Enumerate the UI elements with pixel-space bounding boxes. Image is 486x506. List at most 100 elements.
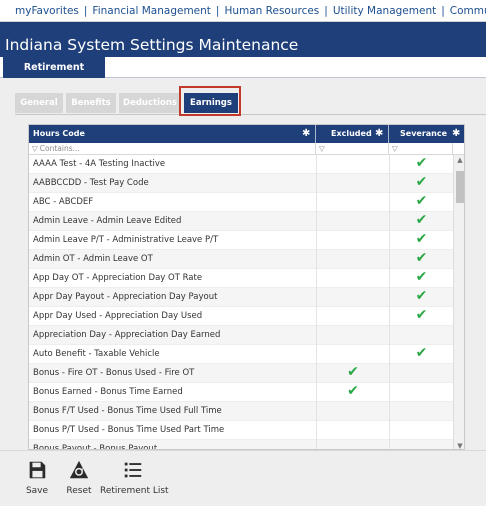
severance-cell[interactable]: ✔ — [389, 307, 453, 326]
severance-cell[interactable] — [389, 326, 453, 345]
column-header-severance[interactable]: Severance ✱ — [389, 125, 464, 143]
nav-link-human-resources[interactable]: Human Resources — [224, 5, 319, 17]
retirement-list-button[interactable]: Retirement List — [100, 459, 169, 496]
grid-rows: AAAA Test - 4A Testing Inactive ✔ AABBCCDD… — [29, 155, 453, 450]
hours-code-cell: Bonus F/T Used - Bonus Time Used Full Ti… — [33, 406, 222, 416]
table-row[interactable]: Admin Leave - Admin Leave Edited ✔ — [29, 212, 453, 231]
hours-code-cell: Admin OT - Admin Leave OT — [33, 254, 153, 264]
tab-deductions[interactable]: Deductions — [119, 93, 181, 113]
column-header-label: Excluded — [331, 129, 372, 138]
excluded-cell[interactable]: ✔ — [316, 383, 389, 402]
severance-cell[interactable]: ✔ — [389, 231, 453, 250]
table-row[interactable]: AABBCCDD - Test Pay Code ✔ — [29, 174, 453, 193]
excluded-cell[interactable] — [316, 402, 389, 421]
filter-icon: ▽ — [32, 144, 38, 153]
check-icon: ✔ — [415, 288, 428, 304]
gear-icon[interactable]: ✱ — [452, 129, 462, 139]
page-title: Indiana System Settings Maintenance — [5, 36, 299, 54]
table-row[interactable]: Auto Benefit - Taxable Vehicle ✔ — [29, 345, 453, 364]
reset-button[interactable]: Reset — [62, 459, 96, 496]
table-row[interactable]: Admin OT - Admin Leave OT ✔ — [29, 250, 453, 269]
table-row[interactable]: Bonus - Fire OT - Bonus Used - Fire OT ✔ — [29, 364, 453, 383]
excluded-cell[interactable] — [316, 345, 389, 364]
grid-header: Hours Code ✱ Excluded ✱ Severance ✱ — [29, 125, 464, 143]
severance-cell[interactable]: ✔ — [389, 174, 453, 193]
hours-code-filter-input[interactable]: ▽ Contains... — [29, 143, 316, 155]
hours-code-cell: Appreciation Day - Appreciation Day Earn… — [33, 330, 221, 340]
scroll-down-icon[interactable]: ▼ — [454, 441, 464, 449]
hours-code-cell: Appr Day Used - Appreciation Day Used — [33, 311, 203, 321]
save-button[interactable]: Save — [22, 459, 52, 496]
scroll-thumb[interactable] — [456, 171, 464, 203]
excluded-cell[interactable] — [316, 212, 389, 231]
tab-divider — [15, 114, 486, 115]
tab-benefits[interactable]: Benefits — [66, 93, 116, 113]
check-icon: ✔ — [415, 174, 428, 190]
excluded-cell[interactable]: ✔ — [316, 364, 389, 383]
excluded-cell[interactable] — [316, 193, 389, 212]
column-header-hours-code[interactable]: Hours Code ✱ — [29, 125, 316, 143]
table-row[interactable]: Bonus Earned - Bonus Time Earned ✔ — [29, 383, 453, 402]
nav-link-myfavorites[interactable]: myFavorites — [15, 5, 79, 17]
severance-cell[interactable]: ✔ — [389, 212, 453, 231]
table-row[interactable]: AAAA Test - 4A Testing Inactive ✔ — [29, 155, 453, 174]
excluded-cell[interactable] — [316, 440, 389, 449]
hours-code-cell: Bonus Payout - Bonus Payout — [33, 444, 158, 450]
severance-cell[interactable]: ✔ — [389, 345, 453, 364]
severance-cell[interactable] — [389, 421, 453, 440]
excluded-cell[interactable] — [316, 421, 389, 440]
table-row[interactable]: Bonus P/T Used - Bonus Time Used Part Ti… — [29, 421, 453, 440]
table-row[interactable]: Appreciation Day - Appreciation Day Earn… — [29, 326, 453, 345]
severance-filter-input[interactable]: ▽ — [389, 143, 453, 155]
excluded-cell[interactable] — [316, 326, 389, 345]
check-icon: ✔ — [347, 383, 359, 399]
table-row[interactable]: Appr Day Used - Appreciation Day Used ✔ — [29, 307, 453, 326]
severance-cell[interactable]: ✔ — [389, 250, 453, 269]
filter-placeholder: Contains... — [39, 144, 80, 153]
severance-cell[interactable]: ✔ — [389, 193, 453, 212]
check-icon: ✔ — [347, 364, 359, 380]
severance-cell[interactable]: ✔ — [389, 155, 453, 174]
severance-cell[interactable] — [389, 364, 453, 383]
table-row[interactable]: Admin Leave P/T - Administrative Leave P… — [29, 231, 453, 250]
excluded-cell[interactable] — [316, 307, 389, 326]
grid-scrollbar[interactable]: ▲ ▼ — [453, 155, 464, 449]
page-header: Indiana System Settings Maintenance — [0, 22, 486, 57]
severance-cell[interactable]: ✔ — [389, 288, 453, 307]
excluded-cell[interactable] — [316, 250, 389, 269]
check-icon: ✔ — [415, 345, 428, 361]
nav-separator: | — [324, 5, 328, 17]
table-row[interactable]: ABC - ABCDEF ✔ — [29, 193, 453, 212]
scroll-up-icon[interactable]: ▲ — [454, 155, 464, 165]
tab-general[interactable]: General — [15, 93, 63, 113]
column-header-excluded[interactable]: Excluded ✱ — [316, 125, 389, 143]
bottom-toolbar: Save Reset Retirement List — [0, 450, 486, 506]
excluded-filter-input[interactable]: ▽ — [316, 143, 389, 155]
reset-label: Reset — [66, 486, 92, 496]
excluded-cell[interactable] — [316, 174, 389, 193]
severance-cell[interactable] — [389, 383, 453, 402]
nav-link-financial-management[interactable]: Financial Management — [92, 5, 210, 17]
table-row[interactable]: App Day OT - Appreciation Day OT Rate ✔ — [29, 269, 453, 288]
table-row[interactable]: Bonus F/T Used - Bonus Time Used Full Ti… — [29, 402, 453, 421]
gear-icon[interactable]: ✱ — [302, 129, 312, 139]
check-icon: ✔ — [415, 155, 428, 171]
severance-cell[interactable] — [389, 402, 453, 421]
check-icon: ✔ — [415, 250, 428, 266]
excluded-cell[interactable] — [316, 231, 389, 250]
excluded-cell[interactable] — [316, 269, 389, 288]
gear-icon[interactable]: ✱ — [375, 129, 385, 139]
table-row[interactable]: Bonus Payout - Bonus Payout — [29, 440, 453, 450]
reset-icon — [69, 460, 89, 479]
excluded-cell[interactable] — [316, 288, 389, 307]
excluded-cell[interactable] — [316, 155, 389, 174]
nav-link-community-development[interactable]: Community Development — [450, 5, 486, 17]
tab-retirement-settings[interactable]: Retirement Settings — [3, 57, 105, 94]
severance-cell[interactable] — [389, 440, 453, 449]
severance-cell[interactable]: ✔ — [389, 269, 453, 288]
earnings-tab-highlight — [179, 86, 241, 116]
nav-separator: | — [215, 5, 220, 17]
nav-link-utility-management[interactable]: Utility Management — [333, 5, 436, 17]
table-row[interactable]: Appr Day Payout - Appreciation Day Payou… — [29, 288, 453, 307]
check-icon: ✔ — [415, 193, 428, 209]
